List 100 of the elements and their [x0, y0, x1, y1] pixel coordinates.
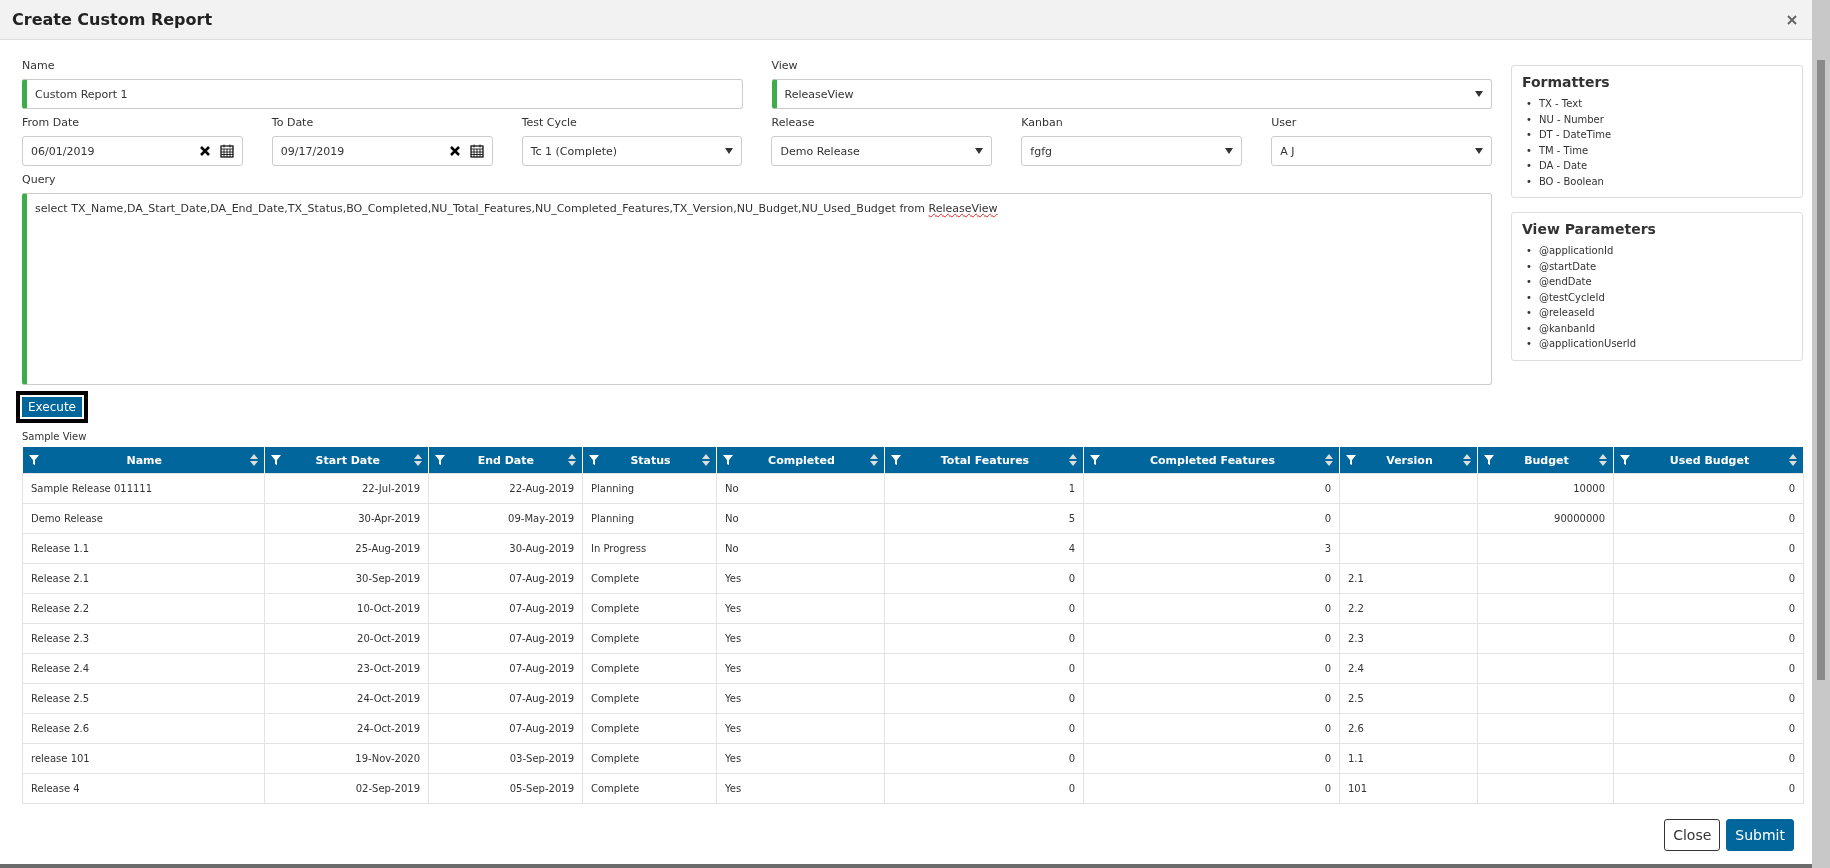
clear-icon[interactable] — [197, 144, 212, 158]
list-item: TM - Time — [1538, 143, 1589, 158]
filter-icon[interactable] — [589, 455, 599, 465]
field-label: From Date — [22, 116, 81, 131]
table-cell: Complete — [582, 683, 717, 714]
table-cell: 0 — [1083, 713, 1340, 744]
calendar-icon[interactable] — [219, 144, 234, 158]
table-cell: 0 — [1083, 653, 1340, 684]
filter-icon[interactable] — [1484, 455, 1494, 465]
sort-icon[interactable] — [250, 454, 258, 466]
filter-icon[interactable] — [435, 455, 445, 465]
filter-icon[interactable] — [271, 455, 281, 465]
sort-icon[interactable] — [1463, 454, 1471, 466]
caret-icon — [1474, 148, 1483, 154]
sort-icon[interactable] — [1789, 454, 1797, 466]
table-cell: 0 — [1613, 473, 1804, 504]
clear-icon[interactable] — [447, 144, 462, 158]
list-item: @endDate — [1538, 275, 1592, 289]
column-header[interactable]: Start Date — [264, 447, 429, 474]
scrollbar[interactable] — [1812, 0, 1830, 868]
table-cell: Release 1.1 — [22, 533, 265, 564]
column-header[interactable]: End Date — [428, 447, 583, 474]
field-label: Test Cycle — [521, 116, 578, 131]
table-cell: Yes — [716, 713, 885, 744]
table-cell: 22-Jul-2019 — [264, 473, 429, 504]
input-field[interactable]: Custom Report 1 — [22, 79, 743, 109]
scrollbar-thumb[interactable] — [1817, 60, 1825, 680]
table-cell: 1.1 — [1339, 743, 1478, 774]
caret-icon — [975, 148, 984, 154]
table-cell: Complete — [582, 773, 717, 804]
table-cell: 0 — [1613, 683, 1804, 714]
table-cell: 20-Oct-2019 — [264, 623, 429, 654]
submit-button[interactable]: Submit — [1726, 819, 1794, 851]
column-header[interactable]: Status — [582, 447, 717, 474]
table-cell: Release 2.4 — [22, 653, 265, 684]
caret-icon — [1225, 148, 1234, 154]
calendar-icon[interactable] — [469, 144, 484, 158]
sort-icon[interactable] — [1069, 454, 1077, 466]
table-cell: 03-Sep-2019 — [428, 743, 583, 774]
sort-icon[interactable] — [414, 454, 422, 466]
table-cell: 4 — [884, 533, 1084, 564]
column-header[interactable]: Completed Features — [1083, 447, 1340, 474]
filter-icon[interactable] — [891, 455, 901, 465]
column-header[interactable]: Version — [1339, 447, 1478, 474]
table-cell: 07-Aug-2019 — [428, 593, 583, 624]
table-cell: 24-Oct-2019 — [264, 713, 429, 744]
table-cell: Yes — [716, 623, 885, 654]
table-cell: 2.6 — [1339, 713, 1478, 744]
table-cell: 0 — [1613, 503, 1804, 534]
table-cell: release 101 — [22, 743, 265, 774]
select-field[interactable]: A J — [1271, 136, 1492, 166]
table-cell: Complete — [582, 653, 717, 684]
field-label: To Date — [271, 116, 315, 131]
table-cell: 0 — [884, 683, 1084, 714]
table-cell: 0 — [1083, 593, 1340, 624]
list-item: @applicationId — [1538, 244, 1614, 258]
table-cell: 2.2 — [1339, 593, 1478, 624]
field-label: Name — [22, 59, 56, 74]
bullet: • — [1526, 290, 1532, 305]
column-header[interactable]: Budget — [1477, 447, 1614, 474]
table-cell: Release 2.2 — [22, 593, 265, 624]
filter-icon[interactable] — [28, 455, 39, 465]
filter-icon[interactable] — [723, 455, 733, 465]
table-cell: 0 — [884, 593, 1084, 624]
query-textarea[interactable]: select TX_Name,DA_Start_Date,DA_End_Date,TX_Status,BO_Completed,NU_Total_Features,NU_Completed_Features,TX_Version,NU_Budget,NU_Used_Budget from ReleaseView — [22, 193, 1492, 385]
column-header[interactable]: Used Budget — [1613, 447, 1804, 474]
table-cell: 0 — [1083, 773, 1340, 804]
date-field[interactable]: 06/01/2019 — [22, 136, 243, 166]
table-cell: 0 — [1613, 563, 1804, 594]
table-cell: 2.3 — [1339, 623, 1478, 654]
sort-icon[interactable] — [568, 454, 576, 466]
close-button[interactable]: Close — [1664, 819, 1721, 851]
table-cell: No — [716, 503, 885, 534]
select-field[interactable]: ReleaseView — [771, 79, 1492, 109]
column-header[interactable]: Completed — [716, 447, 885, 474]
filter-icon[interactable] — [1346, 455, 1356, 465]
table-cell: 22-Aug-2019 — [428, 473, 583, 504]
sort-icon[interactable] — [702, 454, 710, 466]
column-header[interactable]: Total Features — [884, 447, 1084, 474]
table-cell: 0 — [1083, 473, 1340, 504]
list-item: DA - Date — [1538, 159, 1588, 173]
bullet: • — [1526, 159, 1532, 173]
table-cell: 0 — [1083, 563, 1340, 594]
column-header[interactable]: Name — [22, 447, 265, 474]
sort-icon[interactable] — [1325, 454, 1333, 466]
sort-icon[interactable] — [870, 454, 878, 466]
table-cell: Planning — [582, 503, 717, 534]
sort-icon[interactable] — [1599, 454, 1607, 466]
select-field[interactable]: Tc 1 (Complete) — [521, 136, 743, 166]
select-field[interactable]: Demo Release — [771, 136, 993, 166]
table-cell: 3 — [1083, 533, 1340, 564]
table-cell: 0 — [1613, 593, 1804, 624]
execute-button[interactable]: Execute — [16, 391, 88, 423]
field-label: View — [771, 59, 799, 74]
select-field[interactable]: fgfg — [1021, 136, 1243, 166]
table-cell: 101 — [1339, 773, 1478, 804]
date-field[interactable]: 09/17/2019 — [271, 136, 493, 166]
table-cell: Release 2.3 — [22, 623, 265, 654]
filter-icon[interactable] — [1620, 455, 1630, 465]
filter-icon[interactable] — [1090, 455, 1100, 465]
